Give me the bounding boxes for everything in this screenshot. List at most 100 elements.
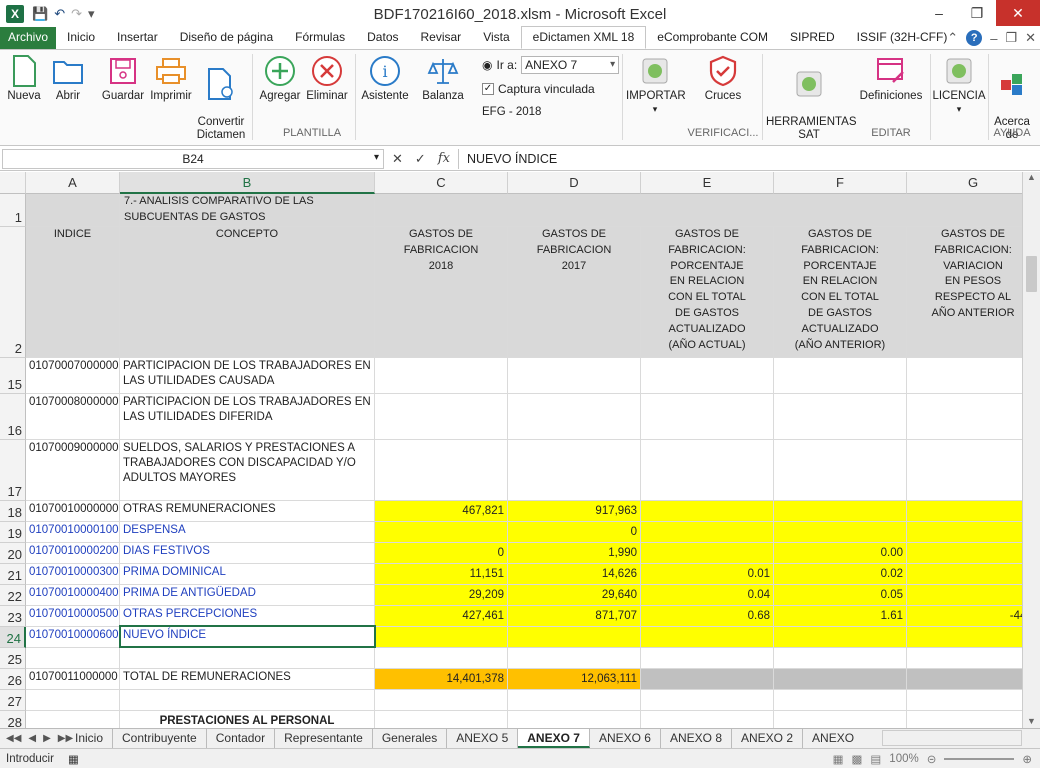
- herramientas-sat-button[interactable]: HERRAMIENTAS SAT: [766, 54, 857, 155]
- cell-e24[interactable]: [641, 627, 774, 648]
- cell-f23[interactable]: 1.61: [774, 606, 907, 627]
- scroll-down-icon[interactable]: ▼: [1023, 716, 1040, 726]
- cell-a16[interactable]: 01070008000000: [26, 394, 120, 440]
- cell-g2[interactable]: GASTOS DE FABRICACION: VARIACION EN PESO…: [907, 227, 1040, 358]
- cell-f19[interactable]: [774, 522, 907, 543]
- cell-b16[interactable]: PARTICIPACION DE LOS TRABAJADORES EN LAS…: [120, 394, 375, 440]
- tab-formulas[interactable]: Fórmulas: [284, 27, 356, 49]
- goto-radio-icon[interactable]: ◉: [482, 58, 492, 72]
- cell-a18[interactable]: 01070010000000: [26, 501, 120, 522]
- zoom-out-icon[interactable]: ⊝: [927, 752, 937, 766]
- row-header[interactable]: 24: [0, 627, 26, 648]
- cell-b1[interactable]: 7.- ANALISIS COMPARATIVO DE LAS SUBCUENT…: [120, 194, 375, 227]
- nueva-button[interactable]: Nueva: [4, 54, 44, 103]
- row-header[interactable]: 21: [0, 564, 26, 585]
- cell-d21[interactable]: 14,626: [508, 564, 641, 585]
- cell-c16[interactable]: [375, 394, 508, 440]
- cell-g18[interactable]: [907, 501, 1040, 522]
- column-header-g[interactable]: G: [907, 172, 1040, 194]
- cell-c28[interactable]: [375, 711, 508, 728]
- cell-f16[interactable]: [774, 394, 907, 440]
- sheet-tab-anexo8[interactable]: ANEXO 8: [661, 729, 732, 748]
- cell-b20[interactable]: DIAS FESTIVOS: [120, 543, 375, 564]
- cell-a20[interactable]: 01070010000200: [26, 543, 120, 564]
- normal-view-icon[interactable]: ▦: [833, 752, 844, 766]
- abrir-button[interactable]: Abrir: [50, 54, 86, 103]
- cell-g28[interactable]: [907, 711, 1040, 728]
- cell-b27[interactable]: [120, 690, 375, 711]
- cell-b26[interactable]: TOTAL DE REMUNERACIONES: [120, 669, 375, 690]
- cell-a2[interactable]: INDICE: [26, 227, 120, 358]
- cell-e27[interactable]: [641, 690, 774, 711]
- cell-f27[interactable]: [774, 690, 907, 711]
- cell-e18[interactable]: [641, 501, 774, 522]
- cell-a1[interactable]: [26, 194, 120, 227]
- cell-a25[interactable]: [26, 648, 120, 669]
- cell-d25[interactable]: [508, 648, 641, 669]
- page-break-icon[interactable]: ▤: [870, 752, 881, 766]
- cell-b2[interactable]: CONCEPTO: [120, 227, 375, 358]
- tab-inicio[interactable]: Inicio: [56, 27, 106, 49]
- cell-c22[interactable]: 29,209: [375, 585, 508, 606]
- cell-b19[interactable]: DESPENSA: [120, 522, 375, 543]
- row-header[interactable]: 28: [0, 711, 26, 728]
- formula-input[interactable]: NUEVO ÍNDICE: [457, 148, 1040, 169]
- cell-c1-g1[interactable]: [375, 194, 1040, 227]
- captura-vinculada-checkbox[interactable]: ✓ Captura vinculada: [482, 82, 595, 96]
- row-header[interactable]: 18: [0, 501, 26, 522]
- acerca-de-button[interactable]: Acerca de: [990, 54, 1034, 155]
- cell-b25[interactable]: [120, 648, 375, 669]
- tab-revisar[interactable]: Revisar: [410, 27, 473, 49]
- close-icon[interactable]: ✕: [996, 0, 1040, 26]
- sheet-tab-generales[interactable]: Generales: [373, 729, 448, 748]
- cell-d18[interactable]: 917,963: [508, 501, 641, 522]
- column-header-b[interactable]: B: [120, 172, 375, 194]
- sheet-tab-anexo5[interactable]: ANEXO 5: [447, 729, 519, 748]
- cell-e22[interactable]: 0.04: [641, 585, 774, 606]
- cell-b22[interactable]: PRIMA DE ANTIGÜEDAD: [120, 585, 375, 606]
- definiciones-button[interactable]: Definiciones: [856, 54, 926, 103]
- zoom-level[interactable]: 100%: [889, 753, 918, 765]
- cell-c20[interactable]: 0: [375, 543, 508, 564]
- cell-g17[interactable]: [907, 440, 1040, 501]
- cell-f25[interactable]: [774, 648, 907, 669]
- sheet-tab-inicio[interactable]: Inicio: [66, 729, 114, 748]
- vertical-scrollbar[interactable]: ▲ ▼: [1022, 172, 1040, 728]
- sheet-tab-anexo7[interactable]: ANEXO 7: [518, 729, 590, 748]
- row-header[interactable]: 15: [0, 358, 26, 394]
- select-all-corner[interactable]: [0, 172, 26, 194]
- cell-f15[interactable]: [774, 358, 907, 394]
- cell-d2[interactable]: GASTOS DE FABRICACION 2017: [508, 227, 641, 358]
- cell-c25[interactable]: [375, 648, 508, 669]
- cell-f21[interactable]: 0.02: [774, 564, 907, 585]
- cell-f24[interactable]: [774, 627, 907, 648]
- cell-c27[interactable]: [375, 690, 508, 711]
- column-header-d[interactable]: D: [508, 172, 641, 194]
- row-header[interactable]: 23: [0, 606, 26, 627]
- cell-g20[interactable]: -1,: [907, 543, 1040, 564]
- cell-c21[interactable]: 11,151: [375, 564, 508, 585]
- cell-c2[interactable]: GASTOS DE FABRICACION 2018: [375, 227, 508, 358]
- macro-record-icon[interactable]: ▦: [68, 752, 79, 766]
- goto-dropdown[interactable]: ANEXO 7: [521, 56, 620, 74]
- first-sheet-icon[interactable]: ◀◀: [6, 733, 21, 744]
- zoom-in-icon[interactable]: ⊕: [1022, 752, 1032, 766]
- cell-g26[interactable]: [907, 669, 1040, 690]
- cell-b17[interactable]: SUELDOS, SALARIOS Y PRESTACIONES A TRABA…: [120, 440, 375, 501]
- imprimir-button[interactable]: Imprimir: [148, 54, 194, 103]
- cell-g24[interactable]: [907, 627, 1040, 648]
- tab-edictamen[interactable]: eDictamen XML 18: [520, 26, 647, 49]
- cell-c24[interactable]: [375, 627, 508, 648]
- cell-d15[interactable]: [508, 358, 641, 394]
- cell-f17[interactable]: [774, 440, 907, 501]
- cell-g25[interactable]: [907, 648, 1040, 669]
- cell-a22[interactable]: 01070010000400: [26, 585, 120, 606]
- vertical-scroll-thumb[interactable]: [1026, 256, 1037, 292]
- cell-d28[interactable]: [508, 711, 641, 728]
- cell-d27[interactable]: [508, 690, 641, 711]
- cell-f22[interactable]: 0.05: [774, 585, 907, 606]
- cell-c19[interactable]: [375, 522, 508, 543]
- cell-e26[interactable]: [641, 669, 774, 690]
- next-sheet-icon[interactable]: ▶: [43, 733, 51, 744]
- doc-close-icon[interactable]: ✕: [1025, 30, 1036, 46]
